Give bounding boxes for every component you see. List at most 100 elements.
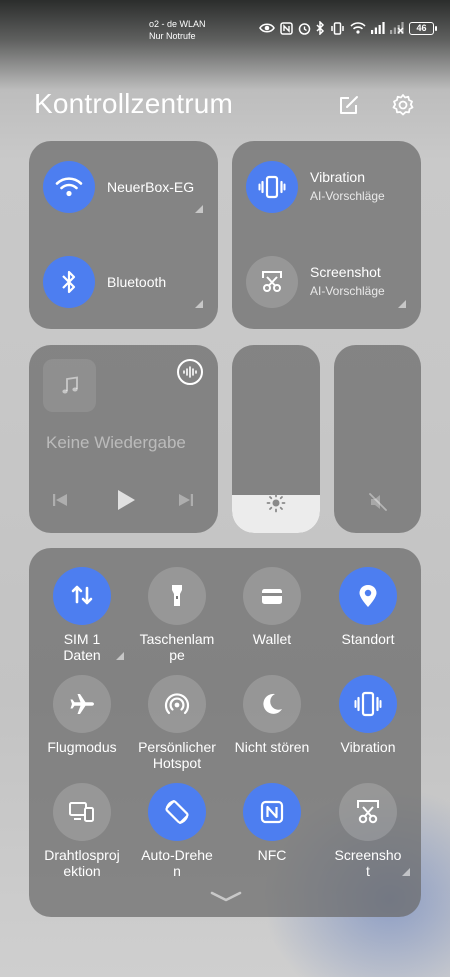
battery-icon: 46 — [409, 21, 437, 35]
next-button[interactable] — [177, 491, 195, 509]
previous-button[interactable] — [51, 491, 69, 509]
bluetooth-label: Bluetooth — [107, 273, 167, 290]
chevron-down-icon — [210, 891, 242, 902]
wifi-label: NeuerBox-EG — [107, 178, 195, 195]
album-art — [43, 359, 96, 412]
volume-slider[interactable] — [334, 345, 421, 533]
toggle-button[interactable] — [243, 567, 301, 625]
scissors-icon — [262, 271, 282, 292]
toggle-standort[interactable]: Standort — [320, 567, 416, 647]
toggles-panel: SIM 1 Daten Taschenlam pe Wallet Standort Fl… — [29, 548, 421, 917]
toggle-label: Drahtlosproj ektion — [44, 847, 120, 879]
wallet-icon — [262, 589, 282, 604]
music-note-icon — [61, 375, 78, 393]
vibration-label: Vibration — [310, 169, 366, 185]
toggle-drahtlosprojektion[interactable]: Drahtlosproj ektion — [34, 783, 130, 879]
toggle-button[interactable] — [243, 675, 301, 733]
data-arrows-icon — [71, 585, 93, 605]
rotate-icon — [165, 800, 189, 824]
nfc-icon — [260, 800, 284, 824]
toggle-button[interactable] — [243, 783, 301, 841]
toggle-button[interactable] — [148, 567, 206, 625]
vibration-tile[interactable]: Vibration AI-Vorschläge — [246, 161, 385, 213]
play-button[interactable] — [113, 488, 137, 512]
carrier-line2: Nur Notrufe — [149, 31, 196, 41]
vibrate-icon — [354, 691, 382, 717]
toggle-label: Flugmodus — [47, 739, 117, 755]
location-icon — [359, 585, 377, 607]
cast-icon — [69, 802, 94, 822]
toggle-sim-1daten[interactable]: SIM 1 Daten — [34, 567, 130, 663]
eye-icon — [259, 23, 275, 33]
bluetooth-icon — [62, 270, 76, 294]
toggle-button[interactable] — [148, 675, 206, 733]
bluetooth-more-indicator[interactable] — [195, 300, 203, 308]
signal-no-sim-icon — [390, 22, 404, 34]
hotspot-icon — [164, 693, 190, 715]
bluetooth-toggle[interactable] — [43, 256, 95, 308]
scissors-icon — [357, 800, 379, 824]
wifi-toggle[interactable] — [43, 161, 95, 213]
vibrate-icon — [258, 175, 286, 199]
carrier-line1: o2 - de WLAN — [149, 19, 206, 29]
next-icon — [179, 494, 193, 506]
toggle-button[interactable] — [339, 567, 397, 625]
play-icon — [118, 490, 135, 510]
toggle-nfc[interactable]: NFC — [224, 783, 320, 863]
toggle-label: NFC — [257, 847, 287, 863]
audio-output-button[interactable] — [177, 359, 203, 385]
vibration-toggle[interactable] — [246, 161, 298, 213]
media-status: Keine Wiedergabe — [46, 433, 186, 452]
toggle-label: Persönlicher Hotspot — [138, 739, 216, 771]
screenshot-toggle[interactable] — [246, 256, 298, 308]
nfc-icon — [280, 21, 293, 35]
toggle-vibration[interactable]: Vibration — [320, 675, 416, 755]
wifi-more-indicator[interactable] — [195, 205, 203, 213]
toggle-more-indicator[interactable] — [402, 868, 410, 876]
screenshot-label: Screenshot — [310, 264, 381, 280]
carrier-info: o2 - de WLAN Nur Notrufe — [149, 18, 206, 42]
sun-icon — [266, 493, 286, 513]
settings-button[interactable] — [390, 92, 416, 118]
bluetooth-icon — [316, 21, 325, 35]
toggle-label: Wallet — [252, 631, 292, 647]
moon-icon — [263, 693, 282, 714]
edit-icon — [340, 96, 358, 114]
brightness-slider[interactable] — [232, 345, 320, 533]
toggle-taschenlampe[interactable]: Taschenlam pe — [129, 567, 225, 663]
quick-settings-panel: Vibration AI-Vorschläge Screenshot AI-Vo… — [232, 141, 421, 329]
toggle-persönlicherhotspot[interactable]: Persönlicher Hotspot — [129, 675, 225, 771]
flashlight-icon — [172, 585, 182, 606]
expand-button[interactable] — [209, 890, 243, 904]
toggle-label: Screensho t — [334, 847, 402, 879]
toggle-wallet[interactable]: Wallet — [224, 567, 320, 647]
vibrate-icon — [331, 21, 344, 35]
toggle-button[interactable] — [339, 783, 397, 841]
toggle-button[interactable] — [53, 567, 111, 625]
toggle-label: Taschenlam pe — [139, 631, 215, 663]
edit-button[interactable] — [336, 92, 362, 118]
battery-level: 46 — [416, 23, 427, 33]
screenshot-tile[interactable]: Screenshot AI-Vorschläge — [246, 256, 385, 308]
toggle-flugmodus[interactable]: Flugmodus — [34, 675, 130, 755]
toggle-more-indicator[interactable] — [116, 652, 124, 660]
toggle-nicht-stören[interactable]: Nicht stören — [224, 675, 320, 755]
status-icons: 46 — [259, 21, 437, 35]
toggle-label: Vibration — [340, 739, 396, 755]
wifi-tile[interactable]: NeuerBox-EG — [43, 161, 197, 213]
alarm-icon — [298, 22, 311, 35]
gear-icon — [392, 94, 414, 116]
toggle-button[interactable] — [339, 675, 397, 733]
screenshot-more-indicator[interactable] — [398, 300, 406, 308]
toggle-button[interactable] — [53, 783, 111, 841]
toggle-auto-drehen[interactable]: Auto-Drehe n — [129, 783, 225, 879]
wifi-icon — [350, 22, 366, 34]
toggle-screenshot[interactable]: Screensho t — [320, 783, 416, 879]
toggle-button[interactable] — [53, 675, 111, 733]
toggle-label: Auto-Drehe n — [141, 847, 213, 879]
toggle-label: SIM 1 Daten — [63, 631, 101, 663]
toggle-label: Nicht stören — [234, 739, 310, 755]
bluetooth-tile[interactable]: Bluetooth — [43, 256, 166, 308]
connectivity-panel: NeuerBox-EG Bluetooth — [29, 141, 218, 329]
toggle-button[interactable] — [148, 783, 206, 841]
